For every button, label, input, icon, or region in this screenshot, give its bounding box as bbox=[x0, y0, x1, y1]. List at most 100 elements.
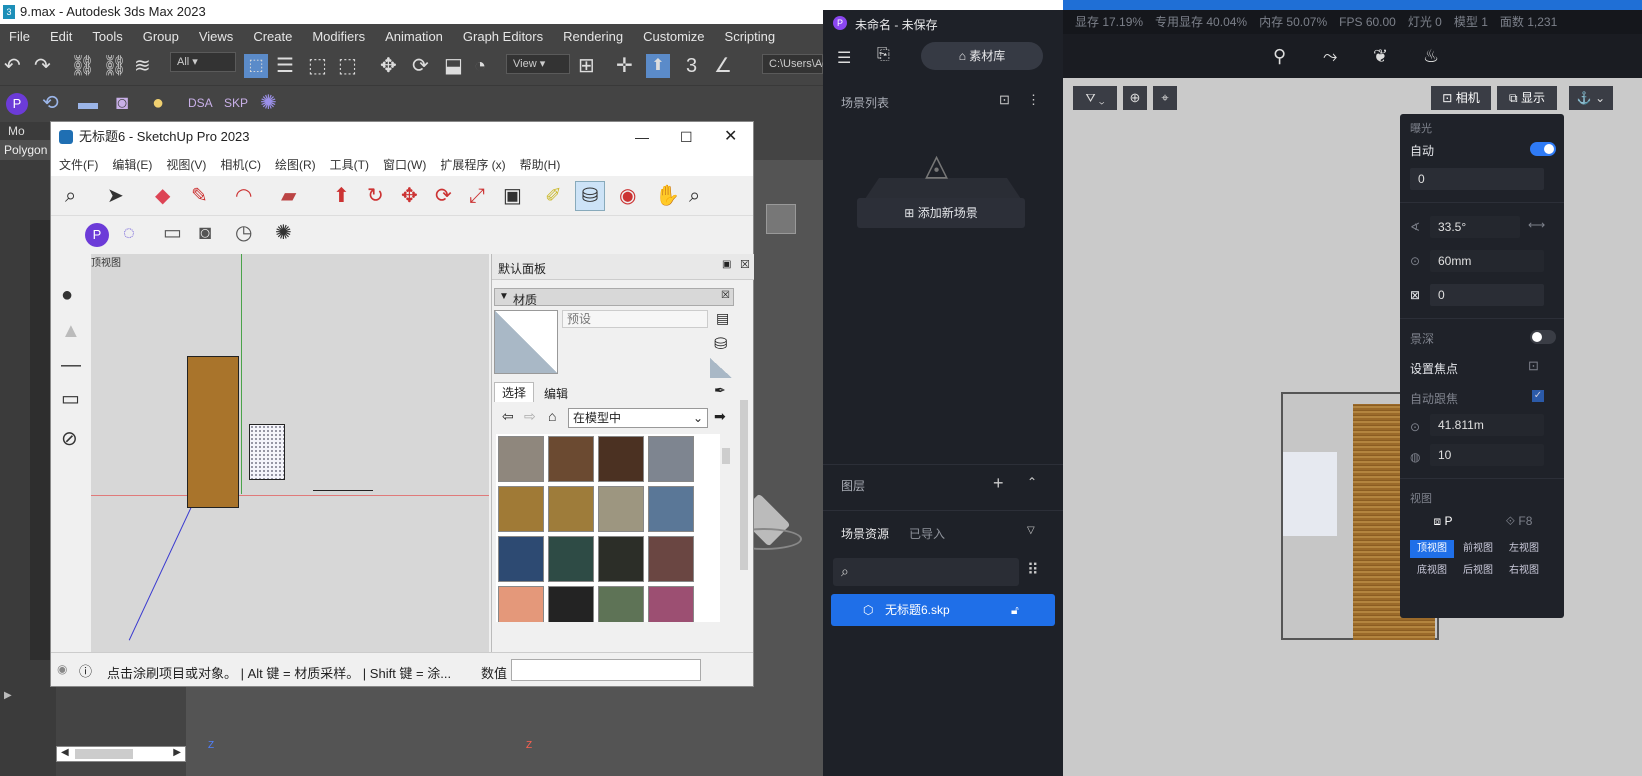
max-menu-tools[interactable]: Tools bbox=[83, 29, 133, 44]
select-by-name-icon[interactable]: ☰ bbox=[276, 56, 294, 76]
sketchup-viewport[interactable]: 顶视图 bbox=[91, 254, 489, 652]
unlink-icon[interactable]: ⛓ bbox=[102, 56, 127, 76]
create-material-icon[interactable]: ▤ bbox=[716, 310, 729, 327]
d5-plugin-icon[interactable]: P bbox=[6, 93, 28, 115]
tray-close-icon[interactable]: ☒ bbox=[740, 258, 750, 271]
material-swatch[interactable] bbox=[648, 586, 694, 622]
rotate-icon[interactable]: ⟳ bbox=[435, 185, 452, 207]
paint-bucket-icon[interactable]: ⛁ bbox=[575, 181, 605, 211]
material-swatch[interactable] bbox=[648, 486, 694, 532]
box-icon[interactable]: ▭ bbox=[61, 388, 80, 410]
wood-block[interactable] bbox=[187, 356, 239, 508]
auto-exposure-toggle[interactable] bbox=[1530, 142, 1556, 156]
su-menu-window[interactable]: 窗口(W) bbox=[375, 156, 432, 173]
rotate-icon[interactable]: ⟳ bbox=[412, 56, 429, 76]
add-layer-icon[interactable]: + bbox=[993, 473, 1004, 494]
max-menu-modifiers[interactable]: Modifiers bbox=[303, 29, 376, 44]
timer-icon[interactable]: ◷ bbox=[235, 222, 252, 244]
scene-screenshot-icon[interactable]: ⊡ bbox=[999, 92, 1010, 108]
sync-icon[interactable]: ◌ bbox=[123, 222, 135, 244]
zoom-icon[interactable]: ⌕ bbox=[689, 185, 700, 207]
arc-icon[interactable]: ◠ bbox=[235, 185, 252, 207]
place-icon[interactable]: ◔ bbox=[474, 56, 486, 76]
library-button[interactable]: ⌂ 素材库 bbox=[921, 42, 1043, 70]
hide-icon[interactable]: ⊘ bbox=[61, 428, 78, 450]
file-sync-icon[interactable]: ⎘ bbox=[877, 46, 890, 64]
point-icon[interactable]: ● bbox=[61, 284, 73, 306]
offset-field[interactable]: 0 bbox=[1430, 284, 1544, 306]
material-swatch[interactable] bbox=[598, 536, 644, 582]
fire-icon[interactable]: ♨ bbox=[1423, 46, 1439, 67]
select-icon[interactable]: ➤ bbox=[107, 185, 124, 207]
view-right-button[interactable]: 右视图 bbox=[1502, 562, 1546, 580]
home-icon[interactable]: ⌂ bbox=[548, 408, 556, 424]
preset-field[interactable]: 预设 bbox=[562, 310, 708, 328]
rectangle-selection-icon[interactable]: ⬚ bbox=[308, 56, 327, 76]
display-button[interactable]: ⧉ 显示 bbox=[1497, 86, 1557, 110]
material-swatch[interactable] bbox=[548, 536, 594, 582]
pin-icon[interactable]: ▣ bbox=[722, 259, 731, 270]
select-manipulate-icon[interactable]: ✛ bbox=[616, 56, 633, 76]
material-swatch[interactable] bbox=[498, 536, 544, 582]
su-menu-view[interactable]: 视图(V) bbox=[158, 156, 212, 173]
scroll-right-icon[interactable]: ▶ bbox=[173, 747, 181, 758]
geolocation-icon[interactable]: ◉ bbox=[57, 662, 67, 676]
material-swatch[interactable] bbox=[498, 586, 544, 622]
max-menu-file[interactable]: File bbox=[0, 29, 41, 44]
material-swatch[interactable] bbox=[548, 486, 594, 532]
orthographic-button[interactable]: ⟐ F8 bbox=[1486, 510, 1552, 532]
asset-item-skp[interactable]: ⬡ 无标题6.skp 🔓︎ bbox=[831, 594, 1055, 626]
max-menu-create[interactable]: Create bbox=[244, 29, 303, 44]
focus-target-icon[interactable]: ⊡ bbox=[1528, 358, 1539, 374]
asset-search-input[interactable]: ⌕ bbox=[833, 558, 1019, 586]
tape-measure-icon[interactable]: ✐ bbox=[545, 185, 562, 207]
d5-plugin-icon[interactable]: P bbox=[85, 223, 109, 247]
lock-icon[interactable]: 🔓︎ bbox=[1011, 594, 1019, 626]
pencil-icon[interactable]: ✎ bbox=[191, 185, 208, 207]
material-swatch[interactable] bbox=[648, 436, 694, 482]
exposure-value-field[interactable]: 0 bbox=[1410, 168, 1544, 190]
move-icon[interactable]: ✥ bbox=[380, 56, 397, 76]
timeline-play-icon[interactable]: ▶ bbox=[4, 690, 12, 701]
max-menu-views[interactable]: Views bbox=[190, 29, 244, 44]
max-menu-rendering[interactable]: Rendering bbox=[554, 29, 634, 44]
material-swatch[interactable] bbox=[498, 486, 544, 532]
angle-snap-icon[interactable]: ∠ bbox=[714, 56, 732, 76]
camera-photo-icon[interactable]: ◙ bbox=[116, 93, 128, 113]
perspective-button[interactable]: ⧈ P bbox=[1410, 510, 1476, 532]
scroll-thumb[interactable] bbox=[75, 749, 133, 759]
max-ribbon-label[interactable]: Polygon bbox=[0, 143, 47, 157]
material-swatch[interactable] bbox=[598, 436, 644, 482]
view-back-button[interactable]: 后视图 bbox=[1456, 562, 1500, 580]
max-tab-modeling[interactable]: Mo bbox=[8, 124, 25, 138]
sync-icon[interactable]: ⟲ bbox=[42, 93, 59, 113]
material-swatch[interactable] bbox=[598, 486, 644, 532]
gear-icon[interactable]: ✺ bbox=[260, 93, 277, 113]
tray-scroll-thumb[interactable] bbox=[740, 400, 748, 570]
info-icon[interactable]: ⓘ bbox=[79, 661, 92, 680]
view-top-button[interactable]: 顶视图 bbox=[1410, 540, 1454, 558]
value-field[interactable] bbox=[511, 659, 701, 681]
camera-photo-icon[interactable]: ◙ bbox=[199, 222, 211, 244]
scale-icon[interactable]: ⤢ bbox=[469, 185, 485, 207]
rectangle-icon[interactable]: ▰ bbox=[281, 185, 296, 207]
material-swatch[interactable] bbox=[648, 536, 694, 582]
su-menu-draw[interactable]: 绘图(R) bbox=[267, 156, 322, 173]
max-menu-animation[interactable]: Animation bbox=[376, 29, 454, 44]
eraser-icon[interactable]: ◆ bbox=[155, 185, 170, 207]
section-close-icon[interactable]: ☒ bbox=[721, 290, 730, 301]
materials-section-header[interactable]: ▼ 材质 ☒ bbox=[494, 288, 734, 307]
front-viewcube[interactable] bbox=[766, 204, 796, 234]
fabric-block[interactable] bbox=[249, 424, 285, 480]
camera-video-icon[interactable]: ▭ bbox=[163, 222, 182, 244]
maximize-icon[interactable]: ☐ bbox=[680, 122, 693, 152]
tray-scrollbar[interactable] bbox=[738, 280, 750, 652]
undo-icon[interactable]: ↶ bbox=[4, 56, 21, 76]
walk-mode-button[interactable]: ⚓ ⌄ bbox=[1569, 86, 1613, 110]
material-swatch[interactable] bbox=[598, 586, 644, 622]
grid-view-icon[interactable]: ⠿ bbox=[1027, 560, 1039, 580]
snap-button[interactable]: ⌖ bbox=[1153, 86, 1177, 110]
follow-me-icon[interactable]: ▣ bbox=[503, 185, 522, 207]
pan-icon[interactable]: ✋ bbox=[655, 185, 680, 207]
selection-filter-select[interactable]: All ▾ bbox=[170, 52, 236, 72]
